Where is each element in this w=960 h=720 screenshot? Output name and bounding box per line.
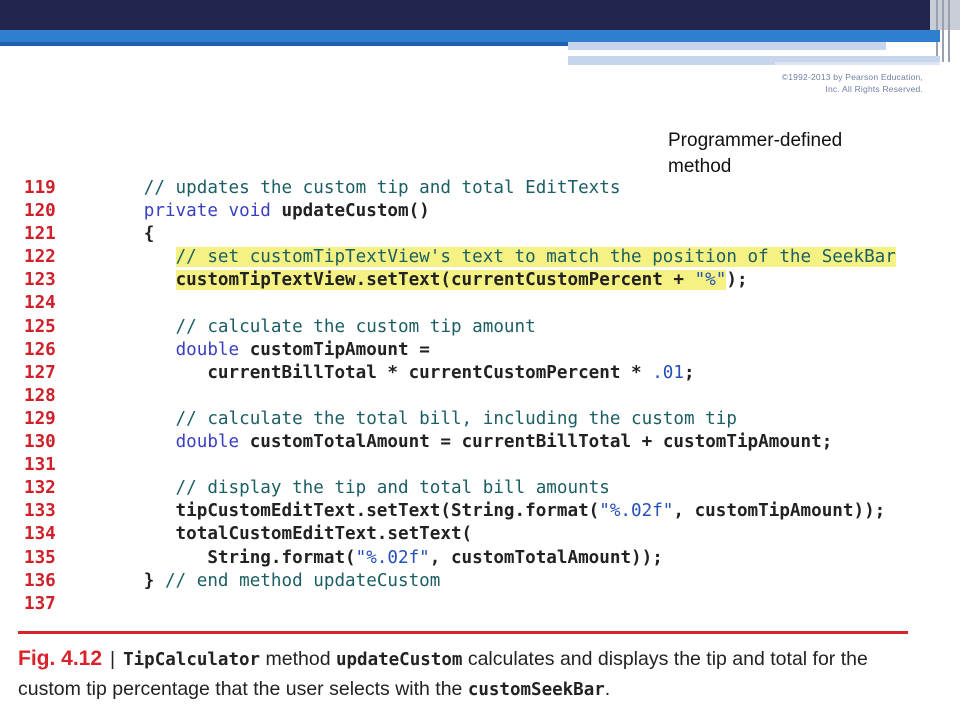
caption-rule <box>18 631 908 634</box>
slide-header-bar <box>0 0 930 30</box>
code-token: // set customTipTextView's text to match… <box>175 247 896 268</box>
line-number: 122 <box>24 247 56 268</box>
code-token: // updates the custom tip and total Edit… <box>112 178 621 198</box>
code-line: 132 // display the tip and total bill am… <box>24 477 896 500</box>
line-number: 129 <box>24 408 56 429</box>
line-number: 119 <box>24 178 56 198</box>
code-line: 125 // calculate the custom tip amount <box>24 316 896 339</box>
slide-accent-bar-light <box>775 62 940 65</box>
line-number: 130 <box>24 432 56 453</box>
code-line: 120 private void updateCustom() <box>24 200 896 223</box>
slide-accent-bar-light <box>568 42 886 50</box>
line-number: 135 <box>24 547 56 568</box>
code-token: String.format( <box>112 547 356 568</box>
code-token: "%.02f" <box>599 501 674 522</box>
caption-class-name: TipCalculator <box>123 650 261 670</box>
code-token: updateCustom() <box>270 201 430 222</box>
line-number: 137 <box>24 593 56 614</box>
line-number: 127 <box>24 362 56 383</box>
line-number: 136 <box>24 570 56 591</box>
caption-control-name: customSeekBar <box>467 680 605 700</box>
code-token: "%.02f" <box>355 547 430 568</box>
code-line: 126 double customTipAmount = <box>24 339 896 362</box>
code-token: // calculate the custom tip amount <box>112 316 536 337</box>
code-token: .01 <box>652 362 684 383</box>
code-token: double <box>175 432 240 453</box>
callout-text: Programmer-defined method <box>668 130 843 177</box>
caption-separator: | <box>110 648 116 670</box>
code-line: 121 { <box>24 223 896 246</box>
code-token: customTipTextView.setText(currentCustomP… <box>175 270 695 291</box>
header-divider-line <box>942 0 944 62</box>
header-divider-line <box>948 0 950 62</box>
code-token: // end method updateCustom <box>164 570 441 591</box>
code-line: 136 } // end method updateCustom <box>24 570 896 593</box>
line-number: 124 <box>24 293 56 314</box>
line-number: 126 <box>24 339 56 360</box>
slide-header-corner <box>930 0 960 30</box>
code-line: 130 double customTotalAmount = currentBi… <box>24 431 896 454</box>
code-line: 137 <box>24 593 896 616</box>
code-token: double <box>175 339 240 360</box>
code-token: customTotalAmount = currentBillTotal + c… <box>239 432 833 453</box>
code-line: 134 totalCustomEditText.setText( <box>24 523 896 546</box>
line-number: 120 <box>24 201 56 222</box>
code-listing: 119 // updates the custom tip and total … <box>24 177 896 616</box>
code-token: totalCustomEditText.setText( <box>112 524 473 545</box>
code-token: "%" <box>694 270 727 291</box>
code-line: 122 // set customTipTextView's text to m… <box>24 246 896 269</box>
code-token: customTipAmount = <box>239 339 430 360</box>
code-line: 128 <box>24 385 896 408</box>
code-line: 133 tipCustomEditText.setText(String.for… <box>24 500 896 523</box>
code-token: ; <box>684 362 695 383</box>
code-token: , customTipAmount)); <box>673 501 886 522</box>
line-number: 134 <box>24 524 56 545</box>
line-number: 121 <box>24 224 56 245</box>
caption-text: . <box>604 678 611 700</box>
code-token: { <box>112 224 155 245</box>
code-line: 124 <box>24 292 896 315</box>
code-token: tipCustomEditText.setText(String.format( <box>112 501 600 522</box>
line-number: 125 <box>24 316 56 337</box>
code-line: 129 // calculate the total bill, includi… <box>24 408 896 431</box>
code-line: 127 currentBillTotal * currentCustomPerc… <box>24 362 896 385</box>
code-token: ); <box>726 270 748 291</box>
code-token: , customTotalAmount)); <box>429 547 663 568</box>
line-number: 133 <box>24 501 56 522</box>
line-number: 123 <box>24 270 56 291</box>
code-token: // display the tip and total bill amount… <box>112 478 610 499</box>
code-token: } <box>112 570 165 591</box>
figure-caption: Fig. 4.12 | TipCalculator method updateCus… <box>18 644 918 705</box>
figure-label: Fig. 4.12 <box>18 647 103 670</box>
code-line: 135 String.format("%.02f", customTotalAm… <box>24 547 896 570</box>
line-number: 132 <box>24 478 56 499</box>
caption-text: method <box>260 648 336 670</box>
code-line: 131 <box>24 454 896 477</box>
code-token: // calculate the total bill, including t… <box>112 408 737 429</box>
copyright-notice: ©1992-2013 by Pearson Education, Inc. Al… <box>781 72 923 94</box>
line-number: 131 <box>24 455 56 476</box>
code-line: 119 // updates the custom tip and total … <box>24 177 896 200</box>
code-line: 123 customTipTextView.setText(currentCus… <box>24 269 896 292</box>
slide-accent-bar <box>0 30 940 42</box>
slide-accent-bar-dark <box>0 42 568 46</box>
code-token: private void <box>143 201 271 222</box>
line-number: 128 <box>24 385 56 406</box>
code-token: currentBillTotal * currentCustomPercent … <box>112 362 653 383</box>
caption-method-name: updateCustom <box>335 650 463 670</box>
